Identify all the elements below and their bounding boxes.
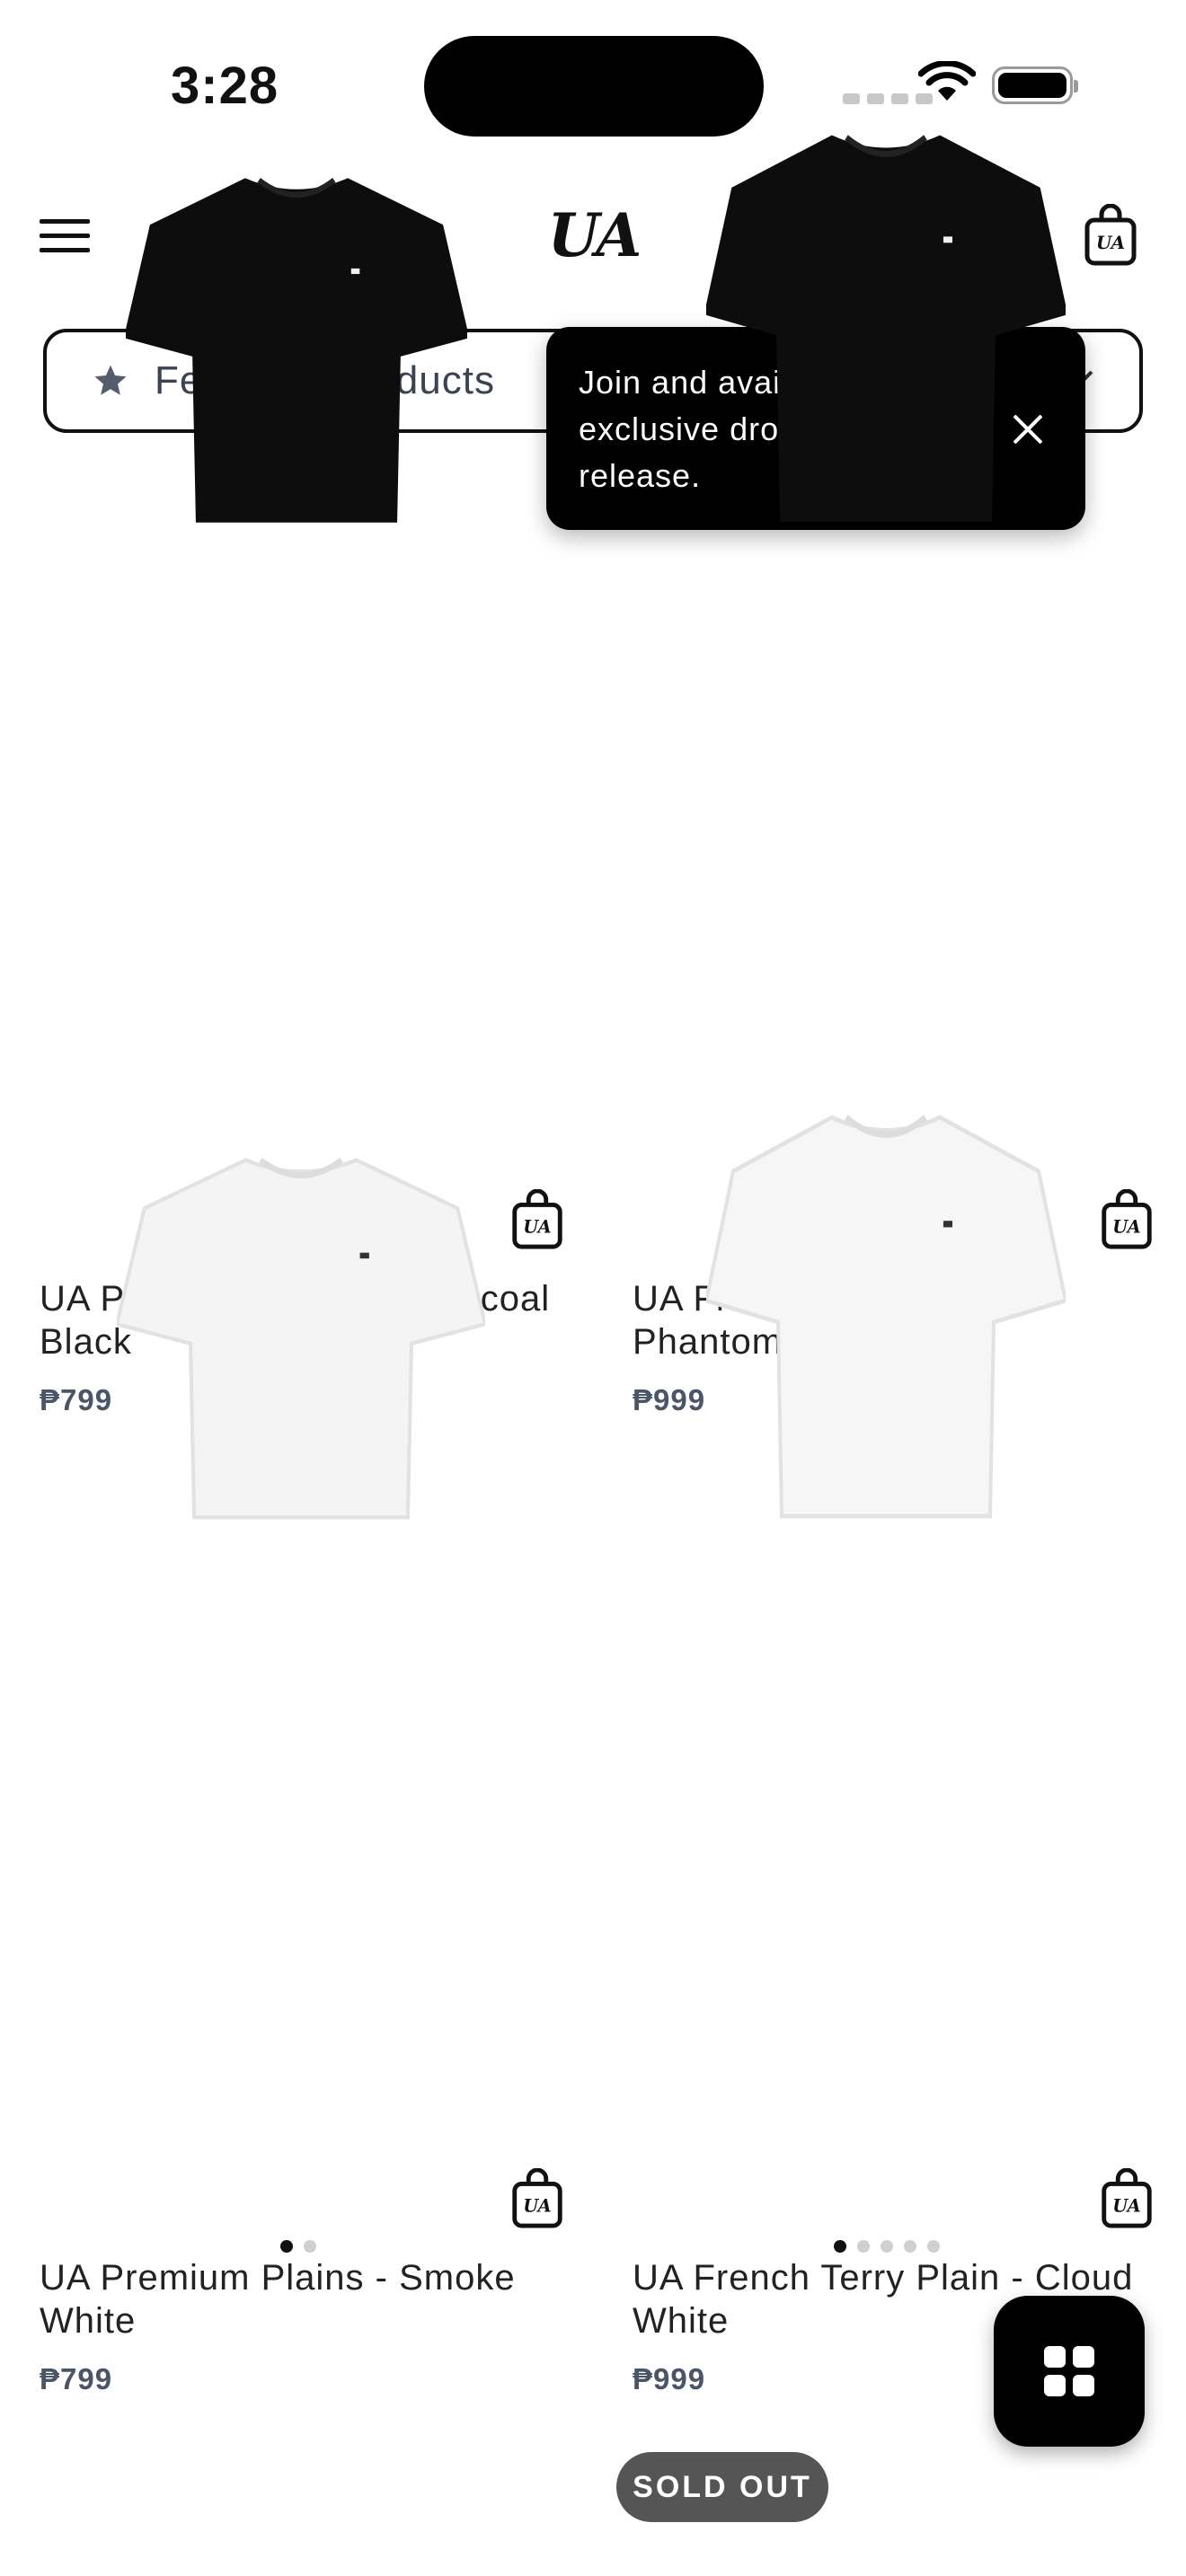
- svg-text:UA: UA: [523, 2196, 551, 2217]
- carousel-dot[interactable]: [304, 2240, 316, 2253]
- product-image[interactable]: [123, 162, 470, 530]
- menu-button[interactable]: [32, 203, 97, 268]
- carousel-dot[interactable]: [280, 2240, 293, 2253]
- status-time: 3:28: [171, 57, 279, 115]
- carousel-dot[interactable]: [881, 2240, 893, 2253]
- cart-button[interactable]: UA: [1075, 199, 1146, 271]
- cart-bag-icon: UA: [1084, 204, 1137, 266]
- add-to-bag-button[interactable]: UA: [510, 2167, 564, 2229]
- svg-text:UA: UA: [523, 1217, 551, 1238]
- product-price: ₱799: [40, 2362, 113, 2395]
- svg-text:UA: UA: [1112, 2196, 1140, 2217]
- sold-out-badge: SOLD OUT: [616, 2452, 828, 2522]
- star-icon: [94, 365, 127, 395]
- image-carousel-dots: [280, 2240, 316, 2253]
- bag-icon: UA: [1102, 2167, 1152, 2228]
- product-price: ₱999: [633, 2362, 706, 2395]
- add-to-bag-button[interactable]: UA: [1100, 2167, 1154, 2229]
- product-image[interactable]: [704, 1096, 1068, 1527]
- bag-icon: UA: [1102, 1188, 1152, 1249]
- t-shirt-image: [704, 1115, 1068, 1519]
- battery-icon: [992, 66, 1078, 104]
- svg-text:UA: UA: [1112, 1217, 1140, 1238]
- wifi-icon: [918, 61, 976, 101]
- t-shirt-image: [114, 1157, 488, 1520]
- carousel-dot[interactable]: [857, 2240, 870, 2253]
- t-shirt-image: [704, 135, 1068, 522]
- bag-icon: UA: [512, 1188, 562, 1249]
- product-price: ₱799: [40, 1383, 113, 1416]
- brand-logo[interactable]: UA: [535, 199, 652, 271]
- cart-bag-logo: UA: [1096, 232, 1125, 253]
- product-price: ₱999: [633, 1383, 706, 1416]
- product-name[interactable]: UA Premium Plains - Smoke White: [40, 2256, 570, 2342]
- product-image[interactable]: [704, 117, 1068, 530]
- image-carousel-dots: [834, 2240, 940, 2253]
- product-image[interactable]: [114, 1141, 488, 1527]
- bag-icon: UA: [512, 2167, 562, 2228]
- add-to-bag-button[interactable]: UA: [1100, 1188, 1154, 1250]
- menu-icon: [40, 219, 90, 252]
- add-to-bag-button[interactable]: UA: [510, 1188, 564, 1250]
- t-shirt-image: [123, 177, 470, 523]
- grid-icon: [1044, 2346, 1094, 2396]
- category-grid-button[interactable]: [994, 2296, 1145, 2447]
- carousel-dot[interactable]: [927, 2240, 940, 2253]
- carousel-dot[interactable]: [904, 2240, 916, 2253]
- carousel-dot[interactable]: [834, 2240, 846, 2253]
